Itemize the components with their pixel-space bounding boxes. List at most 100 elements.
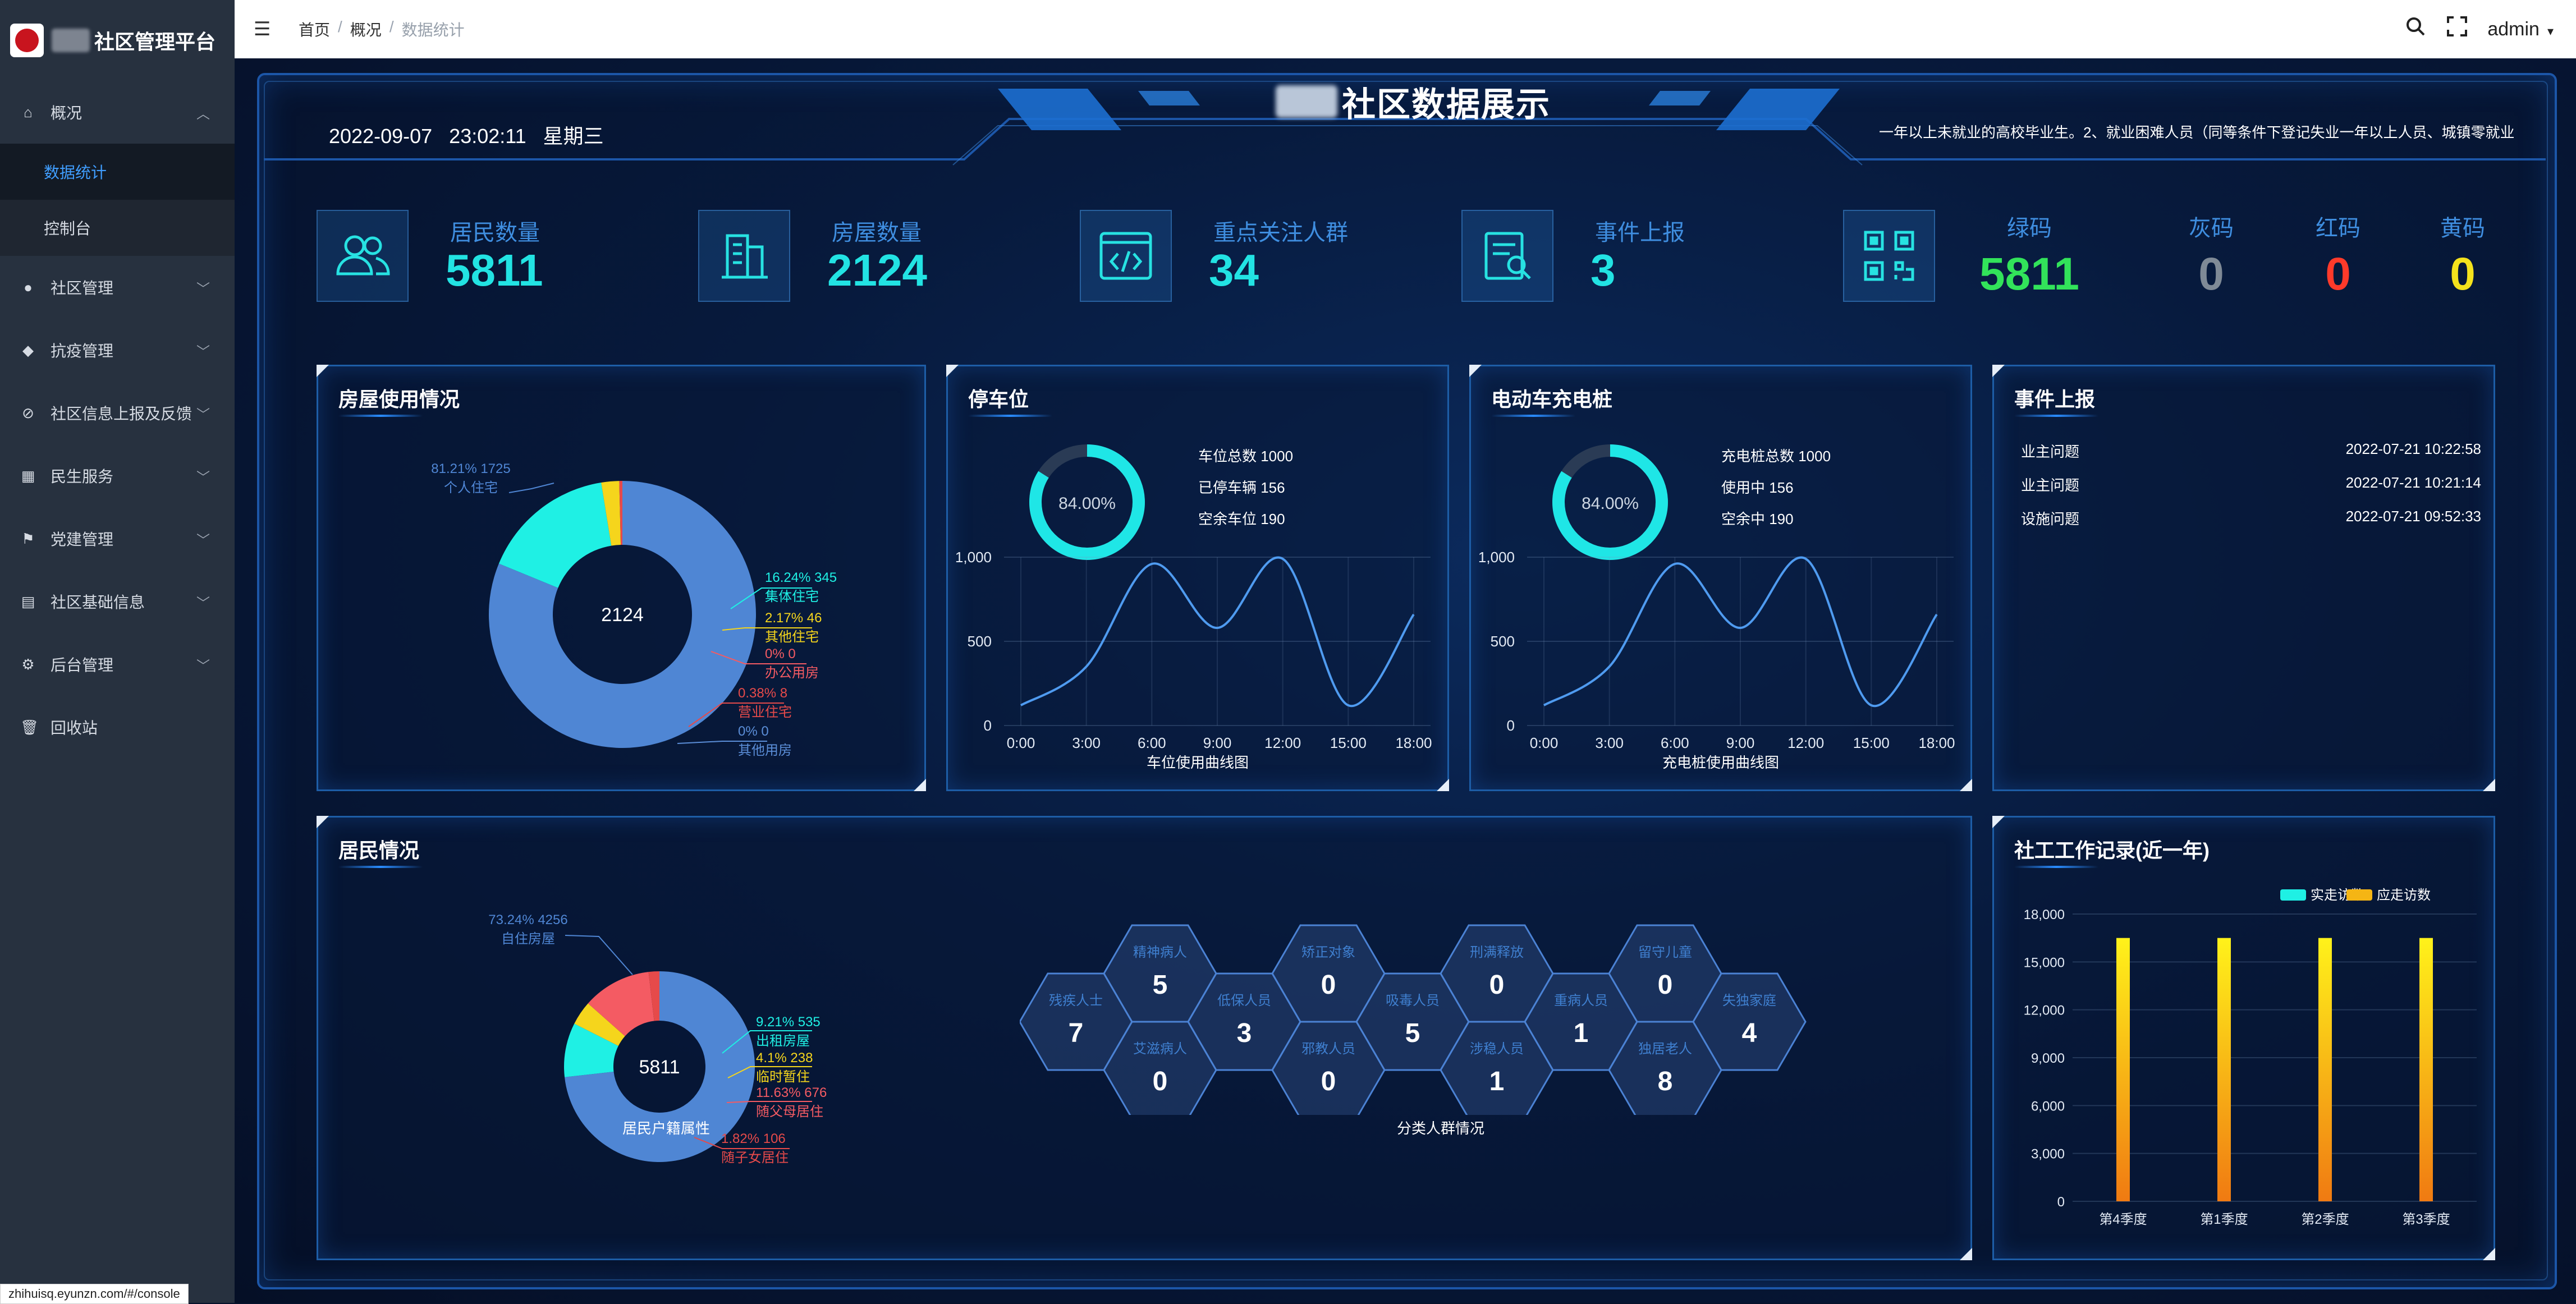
sidebar-item-report[interactable]: ⊘ 社区信息上报及反馈 ﹀ xyxy=(0,382,235,444)
hex-label: 重病人员 xyxy=(1554,993,1608,1008)
y-tick-label: 1,000 xyxy=(955,549,992,566)
fullscreen-icon[interactable] xyxy=(2446,15,2468,43)
breadcrumb-home[interactable]: 首页 xyxy=(299,18,330,40)
data-screen: 社区数据展示 2022-09-07 23:02:11 星期三 一年以上未就业的高… xyxy=(235,58,2576,1303)
hex-label: 分类人群情况 xyxy=(1396,1120,1484,1137)
sidebar-item-party[interactable]: ⚑ 党建管理 ﹀ xyxy=(0,507,235,570)
hex-label: 失独家庭 xyxy=(1722,993,1776,1008)
y-tick-label: 500 xyxy=(968,633,992,650)
notice-marquee: 一年以上未就业的高校毕业生。2、就业困难人员（同等条件下登记失业一年以上人员、城… xyxy=(1879,124,2515,141)
residents-donut-label: 居民户籍属性 xyxy=(622,1120,710,1137)
brand-blur-mask xyxy=(52,29,90,52)
y-tick-label: 12,000 xyxy=(2024,1003,2065,1018)
sidebar-item-basic-info[interactable]: ▤ 社区基础信息 ﹀ xyxy=(0,570,235,633)
hex-label: 独居老人 xyxy=(1638,1041,1692,1057)
bar xyxy=(2116,938,2130,1201)
sidebar-item-community[interactable]: ● 社区管理 ﹀ xyxy=(0,256,235,319)
charging-line-chart: 0 500 1,000 0:00 3:00 6:00 9:00 12:00 15:00 18:00 xyxy=(1478,549,1955,751)
donut-name-label: 随子女居住 xyxy=(721,1150,789,1165)
sidebar-item-livelihood[interactable]: ▦ 民生服务 ﹀ xyxy=(0,444,235,507)
hex-value: 0 xyxy=(1321,970,1336,1000)
chevron-down-icon: ﹀ xyxy=(196,407,210,423)
qr-code-icon xyxy=(1843,210,1935,302)
building-icon: ▦ xyxy=(21,467,35,484)
user-menu[interactable]: admin ▾ xyxy=(2487,19,2554,40)
donut-center-label: 5811 xyxy=(639,1057,680,1078)
donut-value-label: 81.21% 1725 xyxy=(431,461,510,476)
hex-value: 8 xyxy=(1658,1067,1673,1096)
chevron-down-icon: ﹀ xyxy=(196,595,210,611)
charging-total: 充电桩总数 1000 xyxy=(1721,448,1831,465)
y-tick-label: 18,000 xyxy=(2024,907,2065,922)
x-tick-label: 第1季度 xyxy=(2200,1212,2248,1227)
logo xyxy=(10,24,44,57)
status-url: zhihuisq.eyunzn.com/#/console xyxy=(0,1284,189,1304)
flag-icon: ⚑ xyxy=(21,530,35,547)
stat-label: 重点关注人群 xyxy=(1213,221,1348,245)
y-tick-label: 3,000 xyxy=(2031,1147,2065,1162)
chevron-down-icon: ﹀ xyxy=(196,658,210,674)
hex-value: 5 xyxy=(1153,970,1168,1000)
stat-value: 2124 xyxy=(827,245,927,295)
code-value: 0 xyxy=(2450,249,2476,300)
document-icon: ▤ xyxy=(21,593,35,610)
donut-name-label: 个人住宅 xyxy=(444,480,498,495)
stat-value: 34 xyxy=(1209,245,1259,295)
y-tick-label: 0 xyxy=(1507,717,1515,734)
donut-name-label: 临时暂住 xyxy=(756,1069,810,1085)
y-tick-label: 1,000 xyxy=(1478,549,1515,566)
donut-value-label: 0.38% 8 xyxy=(738,686,787,701)
code-value: 5811 xyxy=(1979,249,2079,300)
donut-value-label: 0% 0 xyxy=(765,646,796,662)
hex-label: 吸毒人员 xyxy=(1386,993,1440,1008)
sidebar-subitem-console[interactable]: 控制台 xyxy=(0,200,235,256)
x-tick-label: 0:00 xyxy=(1530,734,1559,751)
hex-label: 艾滋病人 xyxy=(1133,1041,1187,1057)
bar xyxy=(2217,938,2231,1201)
menu-toggle-icon[interactable]: ☰ xyxy=(254,18,276,40)
people-icon xyxy=(317,210,409,302)
charging-free: 空余中 190 xyxy=(1721,511,1794,527)
breadcrumb: 首页 / 概况 / 数据统计 xyxy=(299,18,465,40)
x-tick-label: 18:00 xyxy=(1395,734,1432,751)
stat-label: 房屋数量 xyxy=(832,221,922,245)
housing-donut-chart: 2124 81.21% 1725 个人住宅 16.24% 345 集体住宅 2.17% 4… xyxy=(431,461,837,758)
sidebar-item-overview[interactable]: ⌂ 概况 ︿ xyxy=(0,81,235,144)
donut-name-label: 营业住宅 xyxy=(738,705,792,720)
sidebar-item-recycle[interactable]: 🗑 回收站 xyxy=(0,696,235,759)
stat-value: 5811 xyxy=(446,245,543,295)
y-tick-label: 15,000 xyxy=(2024,955,2065,970)
donut-name-label: 其他用房 xyxy=(738,743,792,758)
sidebar-item-epidemic[interactable]: ◆ 抗疫管理 ﹀ xyxy=(0,319,235,382)
donut-name-label: 自住房屋 xyxy=(501,931,555,947)
search-icon[interactable] xyxy=(2404,15,2427,43)
hex-value: 0 xyxy=(1153,1067,1168,1096)
event-row[interactable]: 业主问题 2022-07-21 10:22:58 xyxy=(2021,440,2481,474)
time: 23:02:11 xyxy=(449,125,526,148)
bar xyxy=(2419,938,2433,1201)
breadcrumb-overview[interactable]: 概况 xyxy=(350,18,382,40)
bar xyxy=(2318,938,2332,1201)
panel-residents: 居民情况 5811 73.24% 4256 自住房屋 9.21% 535 出租房屋 4.1… xyxy=(317,816,1972,1260)
charging-chart-label: 充电桩使用曲线图 xyxy=(1662,754,1779,771)
panel-housing: 房屋使用情况 2124 81.21% 1725 个人住宅 16.24% 345 集体住宅… xyxy=(317,365,926,791)
event-row[interactable]: 设施问题 2022-07-21 09:52:33 xyxy=(2021,508,2481,541)
y-tick-label: 0 xyxy=(984,717,992,734)
app-name: 社区管理平台 xyxy=(94,30,216,53)
hex-label: 涉稳人员 xyxy=(1470,1041,1524,1057)
donut-value-label: 4.1% 238 xyxy=(756,1050,813,1066)
x-tick-label: 15:00 xyxy=(1853,734,1890,751)
panel-events: 事件上报 业主问题 2022-07-21 10:22:58 业主问题 2022-… xyxy=(1992,365,2495,791)
social-work-bar-chart: 0 3,000 6,000 9,000 12,000 15,000 18,000 第4季度 第1… xyxy=(2024,888,2477,1227)
event-row[interactable]: 业主问题 2022-07-21 10:21:14 xyxy=(2021,474,2481,508)
stat-value: 3 xyxy=(1590,245,1616,295)
code-value: 0 xyxy=(2325,249,2351,300)
y-tick-label: 9,000 xyxy=(2031,1051,2065,1066)
hex-value: 7 xyxy=(1069,1018,1084,1048)
donut-leader-line xyxy=(726,1101,812,1103)
donut-value-label: 2.17% 46 xyxy=(765,610,822,626)
x-tick-label: 12:00 xyxy=(1264,734,1301,751)
sidebar-item-admin[interactable]: ⚙ 后台管理 ﹀ xyxy=(0,633,235,696)
x-tick-label: 第2季度 xyxy=(2301,1212,2349,1227)
sidebar-subitem-statistics[interactable]: 数据统计 xyxy=(0,144,235,200)
